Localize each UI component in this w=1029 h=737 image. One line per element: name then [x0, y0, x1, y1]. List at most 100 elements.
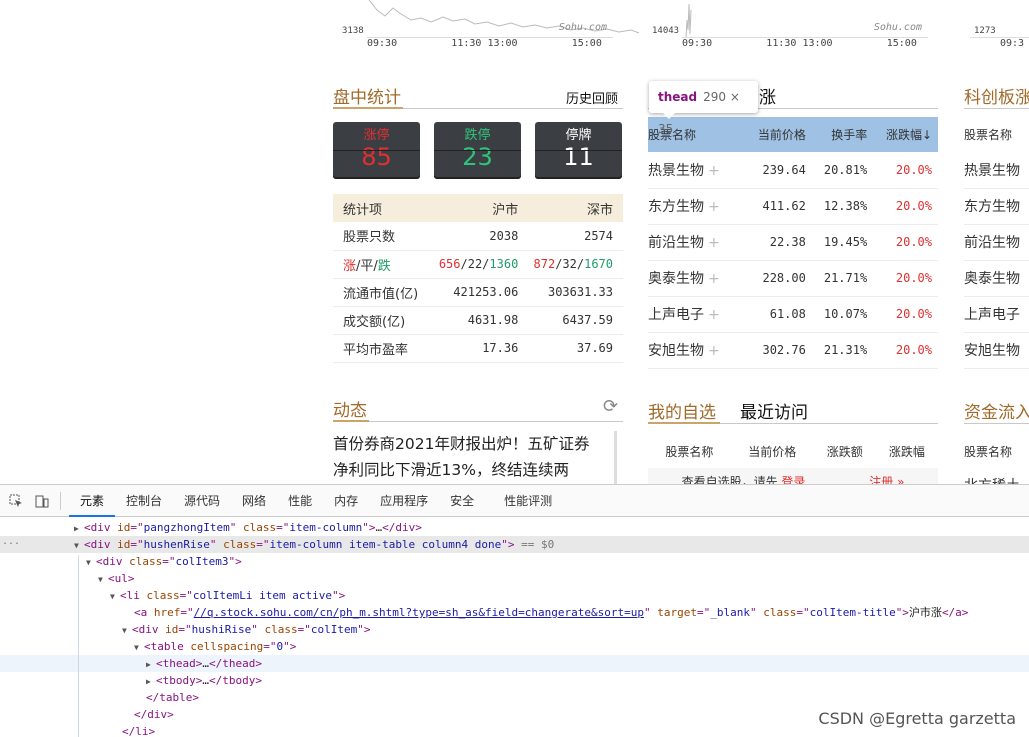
change-cell: 20.0% [873, 152, 938, 189]
expand-arrow-icon[interactable]: ▶ [74, 520, 84, 537]
refresh-icon[interactable]: ⟳ [603, 396, 618, 417]
title-underline [648, 422, 720, 424]
tab-application[interactable]: 应用程序 [369, 485, 439, 517]
col-header: 深市 [528, 194, 623, 222]
col-header: 当前价格 [744, 117, 812, 152]
time-tick: 09:3 [1000, 38, 1025, 49]
stock-name[interactable]: 安旭生物 [964, 332, 1029, 369]
col-header: 涨跌额 [826, 444, 863, 459]
add-watch-icon[interactable]: + [708, 307, 720, 323]
stock-name[interactable]: 热景生物 + [648, 152, 745, 189]
col-header: 当前价格 [748, 444, 797, 459]
watch-table: 股票名称 当前价格 涨跌额 涨跌幅 [648, 436, 938, 466]
dom-node-hovered[interactable]: ▶ <thead>…</thead> [0, 655, 1029, 672]
table-row[interactable]: 东方生物 + 411.62 12.38% 20.0% [648, 188, 938, 225]
add-watch-icon[interactable]: + [708, 343, 720, 359]
collapse-arrow-icon[interactable]: ▼ [98, 571, 108, 588]
dom-node[interactable]: ▼ <div class="colItem3"> [0, 553, 1029, 570]
login-link[interactable]: 登录 [781, 475, 805, 484]
tab-console[interactable]: 控制台 [115, 485, 173, 517]
stat-sz: 37.69 [528, 334, 623, 363]
flip-divider [333, 150, 420, 151]
down-count: 1670 [584, 257, 613, 271]
table-row[interactable]: 热景生物 + 239.64 20.81% 20.0% [648, 152, 938, 189]
stock-name[interactable]: 前沿生物 [964, 224, 1029, 261]
stat-sh: 656/22/1360 [433, 250, 529, 279]
col-header: 股票名称 [665, 444, 714, 459]
dom-node[interactable]: ▼ <li class="colItemLi item active"> [0, 587, 1029, 604]
more-options-icon[interactable]: ... [2, 536, 20, 547]
dom-node[interactable]: </table> [0, 689, 1029, 706]
tab-lighthouse[interactable]: 性能评测 [493, 485, 563, 517]
table-row[interactable]: 安旭生物 + 302.76 21.31% 20.0% [648, 332, 938, 369]
inspect-element-icon[interactable] [6, 491, 26, 511]
stock-name[interactable]: 上声电子 + [648, 296, 745, 333]
collapse-arrow-icon[interactable]: ▼ [134, 639, 144, 656]
table-row[interactable]: 上声电子 [964, 296, 1029, 333]
index-chart-kc[interactable]: 1273 09:3 [964, 0, 1029, 52]
collapse-arrow-icon[interactable]: ▼ [122, 622, 132, 639]
table-row[interactable]: 上声电子 + 61.08 10.07% 20.0% [648, 296, 938, 333]
dom-node[interactable]: ▼ <div id="hushiRise" class="colItem"> [0, 621, 1029, 638]
dom-node[interactable]: ▶ <tbody>…</tbody> [0, 672, 1029, 689]
stock-name[interactable]: 上声电子 [964, 296, 1029, 333]
section-title-fund[interactable]: 资金流入 [964, 398, 1029, 423]
stock-name[interactable]: 奥泰生物 [964, 260, 1029, 297]
dom-node[interactable]: ▶ <div id="pangzhongItem" class="item-col… [0, 519, 1029, 536]
price-cell: 228.00 [744, 260, 812, 297]
time-axis: 09:3 [1000, 38, 1024, 49]
href-link[interactable]: //q.stock.sohu.com/cn/ph_m.shtml?type=sh… [194, 606, 644, 619]
table-row[interactable]: 热景生物 [964, 152, 1029, 189]
add-watch-icon[interactable]: + [708, 271, 720, 287]
section-title-kc[interactable]: 科创板涨 [964, 83, 1029, 108]
expand-arrow-icon[interactable]: ▶ [146, 656, 156, 673]
add-watch-icon[interactable]: + [708, 235, 720, 251]
login-hint: 查看自选股，请先 登录 注册 » [648, 468, 938, 484]
tab-my-watch[interactable]: 我的自选 [648, 398, 716, 423]
table-row[interactable]: 前沿生物 [964, 224, 1029, 261]
tab-security[interactable]: 安全 [439, 485, 485, 517]
collapse-arrow-icon[interactable]: ▼ [74, 537, 84, 554]
counter-value: 23 [462, 143, 493, 171]
table-row[interactable]: 东方生物 [964, 188, 1029, 225]
table-row[interactable]: 前沿生物 + 22.38 19.45% 20.0% [648, 224, 938, 261]
stock-name[interactable]: 热景生物 [964, 152, 1029, 189]
index-chart-sh[interactable]: 3138 Sohu.com 09:30 11:30 13:00 15:00 [333, 0, 640, 52]
tab-sources[interactable]: 源代码 [173, 485, 231, 517]
tab-elements[interactable]: 元素 [69, 485, 116, 517]
tab-performance[interactable]: 性能 [277, 485, 323, 517]
stock-name[interactable]: 东方生物 [964, 188, 1029, 225]
stock-name[interactable]: 前沿生物 + [648, 224, 745, 261]
add-watch-icon[interactable]: + [708, 199, 720, 215]
stock-name[interactable]: 奥泰生物 + [648, 260, 745, 297]
tab-recent[interactable]: 最近访问 [740, 398, 808, 423]
dom-node[interactable]: ▼ <ul> [0, 570, 1029, 587]
limit-up-counter: 涨停 85 [333, 122, 420, 179]
dom-node[interactable]: ▼ <table cellspacing="0"> [0, 638, 1029, 655]
stock-name[interactable]: 东方生物 + [648, 188, 745, 225]
counter-label: 涨停 [363, 128, 390, 143]
index-chart-sz[interactable]: 14043 Sohu.com 09:30 11:30 13:00 15:00 [648, 0, 938, 52]
news-scrollbar[interactable] [614, 431, 617, 484]
tab-memory[interactable]: 内存 [323, 485, 369, 517]
stock-name[interactable]: 北方稀土 [964, 475, 1020, 484]
table-row[interactable]: 安旭生物 [964, 332, 1029, 369]
table-row[interactable]: 奥泰生物 + 228.00 21.71% 20.0% [648, 260, 938, 297]
collapse-arrow-icon[interactable]: ▼ [110, 588, 120, 605]
expand-arrow-icon[interactable]: ▶ [146, 673, 156, 690]
register-link[interactable]: 注册 » [869, 475, 904, 484]
device-toolbar-icon[interactable] [32, 491, 52, 511]
limit-down-counter: 跌停 23 [434, 122, 521, 179]
dom-node[interactable]: <a href="//q.stock.sohu.com/cn/ph_m.shtm… [0, 604, 1029, 621]
dom-node-selected[interactable]: ▼ <div id="hushenRise" class="item-column… [0, 536, 1029, 553]
section-title-rise[interactable]: 涨 [759, 83, 776, 108]
stat-label: 成交额(亿) [333, 306, 434, 335]
tab-network[interactable]: 网络 [231, 485, 277, 517]
collapse-arrow-icon[interactable]: ▼ [86, 554, 96, 571]
sort-header[interactable]: 涨跌幅↓ [873, 117, 938, 152]
news-headline[interactable]: 首份券商2021年财报出炉！五矿证券净利同比下滑近13%，终结连续两 [333, 431, 603, 483]
add-watch-icon[interactable]: + [708, 163, 720, 179]
history-link[interactable]: 历史回顾 [566, 88, 618, 107]
table-row[interactable]: 奥泰生物 [964, 260, 1029, 297]
stock-name[interactable]: 安旭生物 + [648, 332, 745, 369]
